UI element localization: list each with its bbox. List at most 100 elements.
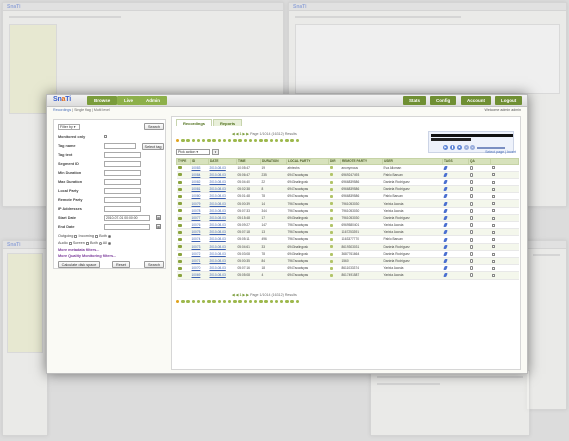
- table-row[interactable]: 10070 2010-08-03 05:07:16 18 6947acadsyas 861…: [176, 264, 519, 273]
- page-dot[interactable]: [290, 139, 294, 143]
- page-dot[interactable]: [196, 300, 201, 304]
- qa-icon[interactable]: [468, 235, 491, 244]
- edit-tags-icon[interactable]: [442, 199, 469, 208]
- audio-type-icon[interactable]: [176, 185, 191, 194]
- audio-type-icon[interactable]: [176, 257, 191, 266]
- search-button-top[interactable]: Search: [144, 123, 164, 130]
- table-row[interactable]: 10073 2010-08-03 05:04:61 33 6943nalingosk 86…: [176, 243, 519, 251]
- recording-id[interactable]: 10078: [190, 207, 209, 215]
- page-dot[interactable]: [259, 300, 263, 304]
- page-dot[interactable]: [217, 139, 221, 143]
- page-dot[interactable]: [212, 300, 216, 304]
- both-direction-radio[interactable]: [107, 234, 111, 238]
- recording-date[interactable]: 2010-08-03: [208, 257, 237, 266]
- page-dot[interactable]: [186, 300, 190, 304]
- pager-first-icon[interactable]: ◀: [232, 132, 235, 136]
- audio-type-icon[interactable]: [176, 235, 191, 244]
- qa-icon[interactable]: [468, 171, 491, 179]
- table-row[interactable]: 10084 2010-08-03 05:06:47 235 6947acadsyas 69…: [176, 171, 519, 179]
- recording-date[interactable]: 2010-08-03: [208, 235, 237, 244]
- nav-logout[interactable]: Logout: [495, 96, 523, 105]
- row-select-checkbox[interactable]: [490, 164, 519, 172]
- table-row[interactable]: 10078 2010-08-03 05:07:33 344 7967acadsyas 79…: [176, 207, 519, 215]
- outgoing-checkbox[interactable]: [74, 234, 78, 238]
- select-page-links[interactable]: Select page | Invert: [485, 150, 516, 154]
- qa-icon[interactable]: [468, 185, 491, 194]
- page-dot[interactable]: [290, 300, 294, 304]
- recording-date[interactable]: 2010-08-03: [208, 250, 237, 258]
- edit-tags-icon[interactable]: [442, 171, 469, 179]
- page-dot[interactable]: [269, 139, 273, 143]
- edit-tags-icon[interactable]: [442, 257, 469, 266]
- row-select-checkbox[interactable]: [490, 192, 519, 201]
- row-select-checkbox[interactable]: [490, 264, 519, 273]
- qa-icon[interactable]: [468, 207, 491, 215]
- pager-next-icon-bottom[interactable]: ▶: [243, 293, 246, 297]
- table-row[interactable]: 10080 2010-08-03 05:01:48 78 6947acadsyas 696…: [176, 192, 519, 201]
- page-dot[interactable]: [196, 139, 201, 143]
- rewind-icon[interactable]: «: [464, 145, 469, 150]
- edit-tags-icon[interactable]: [442, 243, 469, 251]
- table-row[interactable]: 10072 2010-08-03 05:03:08 78 6943nalingosk 36…: [176, 250, 519, 258]
- qa-icon[interactable]: [468, 250, 491, 258]
- search-button-bottom[interactable]: Search: [144, 261, 164, 268]
- recording-date[interactable]: 2010-08-03: [208, 178, 237, 187]
- row-select-checkbox[interactable]: [490, 243, 519, 251]
- page-dot[interactable]: [269, 300, 273, 304]
- page-dot[interactable]: [233, 300, 237, 304]
- page-dot[interactable]: [248, 139, 253, 143]
- waveform-bar[interactable]: [431, 134, 513, 137]
- audio-type-icon[interactable]: [176, 264, 191, 273]
- audio-type-icon[interactable]: [176, 271, 191, 280]
- nav-account[interactable]: Account: [461, 96, 491, 105]
- edit-tags-icon[interactable]: [442, 235, 469, 244]
- incoming-checkbox[interactable]: [95, 234, 99, 238]
- audio-type-icon[interactable]: [176, 221, 191, 230]
- tag-name-input[interactable]: [104, 143, 136, 149]
- page-dot[interactable]: [280, 139, 284, 143]
- page-dot[interactable]: [295, 300, 299, 304]
- row-select-checkbox[interactable]: [490, 250, 519, 258]
- progress-bar[interactable]: [431, 138, 471, 141]
- pager-prev-icon-bottom[interactable]: ◀: [236, 293, 239, 297]
- page-dot[interactable]: [295, 139, 299, 143]
- recording-id[interactable]: 10079: [190, 199, 209, 208]
- page-dot[interactable]: [176, 300, 180, 304]
- start-date-input[interactable]: 2010-07-01 00:00:00: [104, 215, 150, 221]
- row-select-checkbox[interactable]: [490, 221, 519, 230]
- edit-tags-icon[interactable]: [442, 164, 469, 172]
- max-duration-input[interactable]: [104, 179, 141, 185]
- table-row[interactable]: 10079 2010-08-03 05:00:39 14 7967acadsyas 796…: [176, 199, 519, 208]
- table-row[interactable]: 10075 2010-08-03 05:07:18 13 7967acadsyas 116…: [176, 228, 519, 237]
- page-dot[interactable]: [222, 300, 227, 304]
- more-metadata-link[interactable]: More metadata filters...: [58, 248, 99, 252]
- volume-slider[interactable]: [477, 147, 505, 149]
- audio-type-icon[interactable]: [176, 192, 191, 201]
- page-dot[interactable]: [222, 139, 227, 143]
- pause-icon[interactable]: ❚: [450, 145, 455, 150]
- qa-icon[interactable]: [468, 192, 491, 201]
- edit-tags-icon[interactable]: [442, 271, 469, 280]
- stop-icon[interactable]: ■: [457, 145, 462, 150]
- table-row[interactable]: 10082 2010-08-03 05:04:40 22 6943nalingosk 69…: [176, 178, 519, 187]
- edit-tags-icon[interactable]: [442, 185, 469, 194]
- recording-date[interactable]: 2010-08-03: [208, 214, 237, 223]
- page-dot[interactable]: [254, 139, 258, 143]
- recording-date[interactable]: 2010-08-03: [208, 185, 237, 194]
- qa-icon[interactable]: [468, 221, 491, 230]
- page-dot[interactable]: [285, 300, 289, 304]
- recording-date[interactable]: 2010-08-03: [208, 207, 237, 215]
- qa-icon[interactable]: [468, 214, 491, 223]
- recording-id[interactable]: 10084: [190, 171, 209, 179]
- page-dot[interactable]: [243, 300, 247, 304]
- page-dot[interactable]: [176, 139, 180, 143]
- edit-tags-icon[interactable]: [442, 228, 469, 237]
- qa-icon[interactable]: [468, 243, 491, 251]
- page-dot[interactable]: [285, 139, 289, 143]
- row-select-checkbox[interactable]: [490, 228, 519, 237]
- qa-icon[interactable]: [468, 271, 491, 280]
- start-date-calendar-icon[interactable]: ▦: [156, 215, 161, 220]
- recording-id[interactable]: 10070: [190, 264, 209, 273]
- page-dot[interactable]: [202, 300, 206, 304]
- edit-tags-icon[interactable]: [442, 264, 469, 273]
